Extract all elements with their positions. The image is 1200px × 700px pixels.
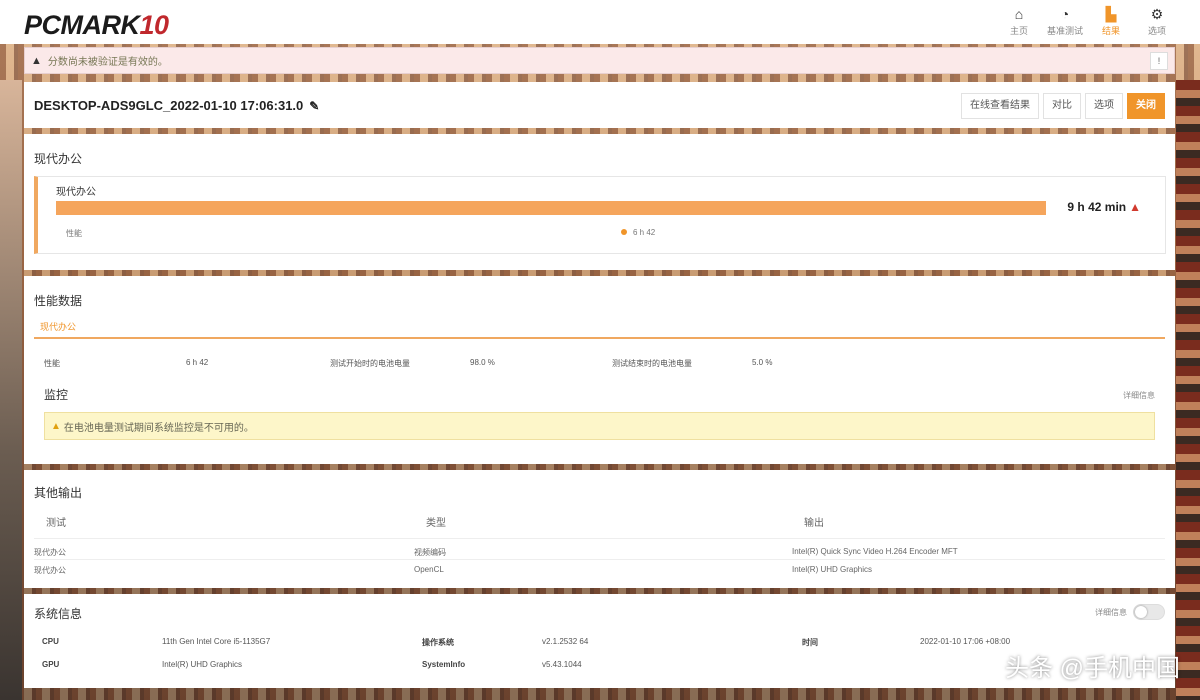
- column-header: 测试: [46, 518, 66, 529]
- battery-life-bar: [56, 201, 1046, 215]
- validation-alert: ▲ 分数尚未被验证是有效的。 !: [24, 47, 1175, 74]
- perf-label: 性能: [44, 359, 60, 368]
- table-cell: Intel(R) Quick Sync Video H.264 Encoder …: [792, 547, 958, 556]
- background-edge-right: [1176, 80, 1200, 700]
- details-toggle[interactable]: [1133, 604, 1165, 620]
- row-divider: [34, 538, 1165, 539]
- options-button[interactable]: 选项: [1085, 93, 1123, 119]
- chart-legend: 6 h 42: [621, 228, 655, 237]
- gear-icon: ⚙: [1150, 6, 1164, 22]
- perf-value: 5.0 %: [752, 358, 773, 367]
- section-title: 现代办公: [34, 152, 83, 166]
- alert-dismiss-button[interactable]: !: [1150, 52, 1168, 70]
- nav-results[interactable]: ▙ 结果: [1088, 4, 1134, 37]
- app-logo: PCMARK10: [24, 10, 169, 40]
- view-online-button[interactable]: 在线查看结果: [961, 93, 1039, 119]
- legend-dot-icon: [621, 229, 627, 235]
- main-nav: ⌂ 主页 ◔ 基准测试 ▙ 结果 ⚙ 选项: [996, 4, 1180, 37]
- warning-triangle-icon: ▲: [1129, 200, 1141, 214]
- modern-office-card: 现代办公 9 h 42 min ▲ 性能 6 h 42: [34, 176, 1166, 254]
- gauge-icon: ◔: [1060, 6, 1070, 22]
- home-icon: ⌂: [1014, 6, 1024, 22]
- performance-data-panel: 性能数据 现代办公 性能 6 h 42 测试开始时的电池电量 98.0 % 测试…: [24, 276, 1175, 464]
- sys-key: CPU: [42, 637, 59, 646]
- sys-value: v5.43.1044: [542, 660, 582, 669]
- column-header: 输出: [804, 518, 824, 529]
- performance-label: 性能: [66, 229, 82, 238]
- results-chart-icon: ▙: [1105, 6, 1117, 22]
- result-header: DESKTOP-ADS9GLC_2022-01-10 17:06:31.0 ✎ 在…: [24, 82, 1175, 128]
- table-cell: Intel(R) UHD Graphics: [792, 565, 873, 574]
- tab-modern-office[interactable]: 现代办公: [40, 320, 76, 333]
- monitoring-title: 监控: [44, 388, 69, 402]
- tab-underline: [34, 337, 1165, 339]
- table-cell: 现代办公: [34, 548, 66, 557]
- system-info-panel: 系统信息 详细信息 CPU 11th Gen Intel Core i5-113…: [24, 594, 1175, 688]
- card-name: 现代办公: [56, 187, 96, 198]
- section-title: 系统信息: [34, 607, 83, 621]
- sys-key: 操作系统: [422, 638, 454, 647]
- result-title: DESKTOP-ADS9GLC_2022-01-10 17:06:31.0 ✎: [34, 98, 320, 113]
- row-divider: [34, 559, 1165, 560]
- top-bar: PCMARK10 ⌂ 主页 ◔ 基准测试 ▙ 结果 ⚙ 选项: [0, 0, 1200, 44]
- perf-label: 测试开始时的电池电量: [330, 359, 410, 368]
- monitoring-details-link[interactable]: 详细信息: [1123, 390, 1155, 401]
- table-cell: 视频编码: [414, 548, 446, 557]
- perf-value: 98.0 %: [470, 358, 495, 367]
- battery-life-score: 9 h 42 min ▲: [1067, 200, 1141, 214]
- monitoring-warning: ▲ 在电池电量测试期间系统监控是不可用的。: [44, 412, 1155, 440]
- sys-value: 11th Gen Intel Core i5-1135G7: [162, 637, 271, 646]
- sys-key: GPU: [42, 660, 60, 669]
- section-title: 性能数据: [34, 294, 83, 308]
- close-button[interactable]: 关闭: [1127, 93, 1165, 119]
- table-cell: 现代办公: [34, 566, 66, 575]
- toggle-knob: [1135, 606, 1147, 618]
- section-title: 其他输出: [34, 486, 83, 500]
- compare-button[interactable]: 对比: [1043, 93, 1081, 119]
- alert-text: 分数尚未被验证是有效的。: [47, 57, 168, 68]
- sys-key: 时间: [802, 638, 818, 647]
- result-actions: 在线查看结果 对比 选项 关闭: [961, 93, 1165, 119]
- nav-benchmarks[interactable]: ◔ 基准测试: [1042, 4, 1088, 37]
- other-outputs-panel: 其他输出 测试 类型 输出 现代办公 视频编码 Intel(R) Quick S…: [24, 470, 1175, 588]
- watermark-text: 头条 @手机中国: [1004, 655, 1180, 682]
- edit-pencil-icon[interactable]: ✎: [309, 99, 319, 113]
- nav-options[interactable]: ⚙ 选项: [1134, 4, 1180, 37]
- warning-icon: ▲: [51, 420, 61, 432]
- perf-value: 6 h 42: [186, 358, 209, 367]
- modern-office-panel: 现代办公 现代办公 9 h 42 min ▲ 性能 6 h 42: [24, 134, 1175, 270]
- sys-value: 2022-01-10 17:06 +08:00: [920, 637, 1011, 646]
- perf-label: 测试结束时的电池电量: [612, 359, 692, 368]
- column-header: 类型: [426, 518, 446, 529]
- warning-icon: ▲: [31, 54, 42, 67]
- toggle-label: 详细信息: [1095, 607, 1127, 617]
- table-cell: OpenCL: [414, 565, 444, 574]
- sys-value: v2.1.2532 64: [542, 637, 589, 646]
- sys-value: Intel(R) UHD Graphics: [162, 660, 243, 669]
- nav-home[interactable]: ⌂ 主页: [996, 4, 1042, 37]
- sys-key: SystemInfo: [422, 660, 466, 669]
- details-toggle-group: 详细信息: [1095, 604, 1165, 620]
- background-edge-left: [0, 80, 22, 700]
